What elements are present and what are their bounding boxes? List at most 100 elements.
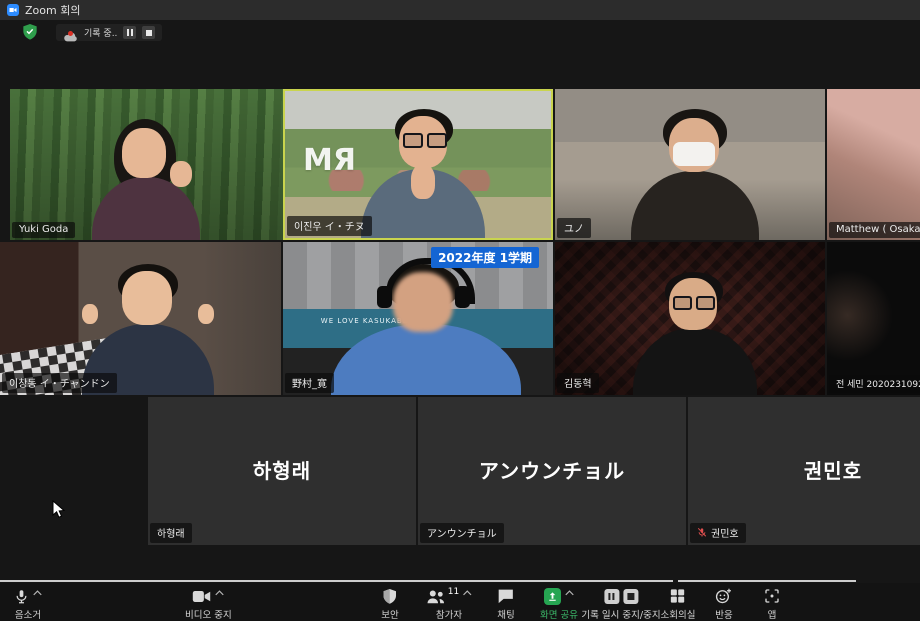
mute-button[interactable]: 음소거 bbox=[14, 587, 42, 621]
video-camera-icon bbox=[192, 589, 211, 604]
video-tile-yuki-goda[interactable]: Yuki Goda bbox=[10, 89, 283, 240]
window-edge-line bbox=[0, 580, 673, 582]
participant-big-name: 권민호 bbox=[717, 455, 920, 484]
recording-indicator: 기록 중.. bbox=[56, 24, 162, 41]
participant-name-tag: Matthew ( Osaka Gakuin Un bbox=[829, 222, 920, 238]
participant-name-tag: 전 세민 2020231092 bbox=[829, 375, 920, 393]
participant-name: 野村_寛 bbox=[292, 375, 327, 390]
share-screen-button[interactable]: 화면 공유 bbox=[540, 587, 578, 621]
security-label: 보안 bbox=[381, 607, 398, 621]
window-title-bar: Zoom 회의 bbox=[0, 0, 920, 20]
meeting-security-shield-icon[interactable] bbox=[22, 23, 38, 41]
breakout-rooms-icon bbox=[670, 588, 686, 604]
video-tile-active-speaker[interactable]: MЯ 이진우 イ・チヌ bbox=[283, 89, 553, 240]
park-sign-letters: MЯ bbox=[303, 143, 356, 178]
microphone-icon bbox=[14, 588, 29, 605]
share-screen-icon bbox=[544, 588, 561, 605]
face-mask bbox=[673, 142, 715, 166]
participant-name-tag: 野村_寛 bbox=[285, 373, 334, 393]
participant-figure bbox=[625, 272, 775, 395]
participant-figure bbox=[353, 109, 503, 240]
video-tile-nomura[interactable]: WE LOVE KASUKABE 2022年度 1学期 野村_寛 bbox=[283, 242, 553, 395]
chevron-up-icon[interactable] bbox=[215, 590, 224, 596]
stop-video-button[interactable]: 비디오 중지 bbox=[185, 587, 232, 621]
participants-icon bbox=[426, 589, 446, 604]
reactions-button[interactable]: 반응 bbox=[715, 587, 732, 621]
participant-name-tag: 하형래 bbox=[150, 523, 192, 543]
chevron-up-icon[interactable] bbox=[565, 590, 574, 596]
participant-figure bbox=[331, 260, 521, 395]
video-feed-dark bbox=[827, 242, 920, 395]
participant-name-tag: 권민호 bbox=[690, 523, 746, 543]
participant-name: 하형래 bbox=[157, 525, 185, 540]
apps-button[interactable]: 앱 bbox=[764, 587, 780, 621]
chat-label: 채팅 bbox=[497, 607, 514, 621]
video-tile-kim-donghyuk[interactable]: 김동혁 bbox=[555, 242, 825, 395]
pause-stop-recording-button[interactable]: 기록 일시 중지/중지 bbox=[581, 587, 660, 621]
participants-label: 참가자 bbox=[436, 607, 462, 621]
reactions-emoji-icon bbox=[715, 588, 732, 604]
participant-name-tag: アンウンチョル bbox=[420, 523, 504, 543]
video-tile-matthew[interactable]: Matthew ( Osaka Gakuin Un bbox=[827, 89, 920, 240]
video-tile-kwon-minho[interactable]: 권민호 권민호 bbox=[688, 397, 920, 545]
security-button[interactable]: 보안 bbox=[381, 587, 398, 621]
participant-name: 김동혁 bbox=[564, 375, 592, 390]
cloud-recording-icon bbox=[63, 27, 78, 39]
share-screen-label: 화면 공유 bbox=[540, 607, 578, 621]
record-control-label: 기록 일시 중지/중지 bbox=[581, 607, 660, 621]
participant-big-name: 하형래 bbox=[148, 455, 416, 484]
participant-name-tag: 김동혁 bbox=[557, 373, 599, 393]
breakout-rooms-button[interactable]: 소회의실 bbox=[661, 587, 696, 621]
shield-icon bbox=[382, 588, 397, 605]
video-tile-an-uncheol[interactable]: アンウンチョル アンウンチョル bbox=[418, 397, 686, 545]
mouse-cursor bbox=[52, 500, 67, 520]
video-tile-yuno[interactable]: ユノ bbox=[555, 89, 825, 240]
zoom-app-icon bbox=[7, 4, 19, 16]
breakout-rooms-label: 소회의실 bbox=[661, 607, 696, 621]
chat-button[interactable]: 채팅 bbox=[497, 587, 514, 621]
recording-status-text: 기록 중.. bbox=[84, 26, 117, 39]
reactions-label: 반응 bbox=[715, 607, 732, 621]
participant-name-tag: 이진우 イ・チヌ bbox=[287, 216, 372, 236]
participant-name: 이창동 イ・チャンドン bbox=[9, 375, 110, 390]
chevron-up-icon[interactable] bbox=[33, 590, 42, 596]
headphone-cup bbox=[377, 286, 392, 308]
video-tile-jeon-semin[interactable]: 전 세민 2020231092 bbox=[827, 242, 920, 395]
semester-banner: 2022年度 1学期 bbox=[431, 247, 539, 268]
chevron-up-icon[interactable] bbox=[463, 590, 472, 596]
participant-name-tag: ユノ bbox=[557, 218, 591, 238]
participant-name-tag: Yuki Goda bbox=[12, 222, 75, 238]
headphone-cup bbox=[455, 286, 470, 308]
pause-recording-icon[interactable] bbox=[604, 589, 619, 604]
participants-button[interactable]: 11 참가자 bbox=[426, 587, 472, 621]
zoom-meeting-window: Zoom 회의 기록 중.. Yuki Goda MЯ bbox=[0, 0, 920, 621]
video-tile-lee-changdong[interactable]: 이창동 イ・チャンドン bbox=[0, 242, 281, 395]
stop-recording-button[interactable] bbox=[142, 26, 155, 39]
mute-label: 음소거 bbox=[15, 607, 41, 621]
participant-name: ユノ bbox=[564, 220, 584, 235]
chat-bubble-icon bbox=[497, 588, 514, 604]
participant-figure bbox=[70, 119, 230, 240]
participant-name: Matthew ( Osaka Gakuin Un bbox=[836, 224, 920, 235]
video-tile-ha-hyungrae[interactable]: 하형래 하형래 bbox=[148, 397, 416, 545]
apps-label: 앱 bbox=[768, 607, 777, 621]
meeting-toolbar: 음소거 비디오 중지 보안 bbox=[0, 583, 920, 621]
window-edge-line bbox=[678, 580, 856, 582]
participant-name-tag: 이창동 イ・チャンドン bbox=[2, 373, 117, 393]
apps-icon bbox=[764, 588, 780, 604]
recording-red-dot bbox=[68, 31, 73, 36]
participants-count: 11 bbox=[448, 587, 459, 597]
participant-name: 이진우 イ・チヌ bbox=[294, 218, 365, 233]
participant-big-name: アンウンチョル bbox=[418, 455, 686, 484]
video-feed-blurred bbox=[827, 89, 920, 240]
participant-name: Yuki Goda bbox=[19, 224, 68, 235]
participant-name: アンウンチョル bbox=[427, 525, 497, 540]
muted-mic-icon bbox=[697, 527, 707, 538]
window-title: Zoom 회의 bbox=[25, 2, 80, 18]
participant-name: 권민호 bbox=[711, 525, 739, 540]
pause-recording-button[interactable] bbox=[123, 26, 136, 39]
participant-figure bbox=[625, 109, 775, 240]
stop-video-label: 비디오 중지 bbox=[185, 607, 232, 621]
stop-recording-icon[interactable] bbox=[623, 589, 638, 604]
participant-name: 전 세민 2020231092 bbox=[836, 377, 920, 390]
